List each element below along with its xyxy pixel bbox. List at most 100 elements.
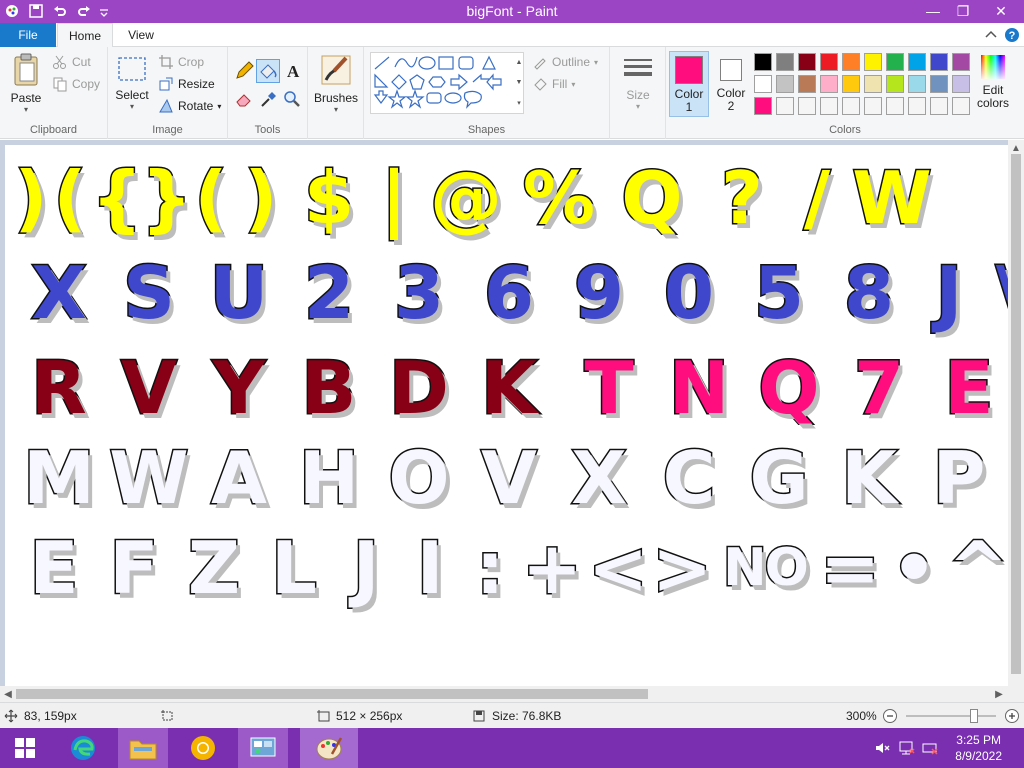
tab-file[interactable]: File: [0, 23, 56, 47]
paste-button[interactable]: Paste ▾: [6, 52, 46, 114]
palette-swatch[interactable]: [754, 53, 772, 71]
fill-button[interactable]: Fill ▾: [532, 76, 575, 92]
palette-swatch[interactable]: [908, 75, 926, 93]
palette-swatch[interactable]: [776, 53, 794, 71]
font-glyph: (: [193, 156, 229, 240]
palette-swatch[interactable]: [886, 75, 904, 93]
palette-swatch[interactable]: [952, 53, 970, 71]
font-glyph: NO: [722, 538, 811, 598]
zoom-in-button[interactable]: [1004, 708, 1020, 724]
pencil-icon[interactable]: [234, 61, 254, 81]
font-glyph: 7: [852, 346, 905, 430]
cursor-position: 83, 159px: [4, 709, 77, 723]
palette-swatch[interactable]: [820, 97, 838, 115]
font-glyph: T: [583, 346, 635, 430]
magnifier-icon[interactable]: [282, 89, 302, 109]
resize-button[interactable]: Resize: [158, 76, 215, 92]
font-glyph: Z: [186, 526, 241, 610]
palette-swatch[interactable]: [952, 75, 970, 93]
palette-swatch[interactable]: [754, 75, 772, 93]
crop-button[interactable]: Crop: [158, 54, 204, 70]
palette-swatch[interactable]: [754, 97, 772, 115]
brushes-button[interactable]: Brushes ▾: [312, 52, 360, 114]
vertical-scrollbar[interactable]: ▲: [1008, 140, 1024, 686]
scroll-up-arrow[interactable]: ▲: [1009, 141, 1023, 155]
font-glyph: 3: [392, 251, 445, 335]
rotate-button[interactable]: Rotate ▾: [158, 98, 221, 114]
palette-swatch[interactable]: [798, 53, 816, 71]
palette-swatch[interactable]: [798, 75, 816, 93]
taskbar-control-panel[interactable]: [238, 728, 288, 768]
font-glyph: {: [90, 156, 144, 240]
horizontal-scroll-thumb[interactable]: [16, 689, 648, 699]
close-button[interactable]: ✕: [978, 0, 1024, 22]
control-panel-icon: [250, 737, 276, 757]
volume-muted-icon[interactable]: [874, 740, 890, 756]
taskbar-chrome[interactable]: [178, 728, 228, 768]
text-tool-icon[interactable]: A: [284, 61, 304, 81]
palette-swatch[interactable]: [908, 97, 926, 115]
system-clock[interactable]: 3:25 PM 8/9/2022: [955, 732, 1002, 764]
drawing-canvas[interactable]: )({}()$|@%Q?/WXSU2369058J\RVYBDKTNQ7EMWA…: [5, 145, 1008, 686]
palette-swatch[interactable]: [908, 53, 926, 71]
shapes-gallery-scroll[interactable]: ▲ ▼ ▾: [514, 52, 524, 114]
palette-swatch[interactable]: [864, 75, 882, 93]
palette-swatch[interactable]: [952, 97, 970, 115]
color-picker-icon[interactable]: [259, 89, 279, 109]
select-button[interactable]: Select ▾: [112, 55, 152, 111]
palette-swatch[interactable]: [886, 53, 904, 71]
horizontal-scrollbar[interactable]: ◀ ▶: [0, 686, 1024, 702]
scroll-right-arrow[interactable]: ▶: [992, 687, 1006, 701]
vertical-scroll-thumb[interactable]: [1011, 154, 1021, 674]
eraser-icon[interactable]: [234, 89, 254, 109]
collapse-ribbon-icon[interactable]: [984, 28, 998, 42]
palette-swatch[interactable]: [820, 75, 838, 93]
taskbar-paint[interactable]: [300, 728, 358, 768]
tab-home[interactable]: Home: [57, 23, 113, 48]
color2-button[interactable]: Color 2: [712, 51, 750, 117]
palette-swatch[interactable]: [842, 53, 860, 71]
scroll-left-arrow[interactable]: ◀: [1, 687, 15, 701]
palette-swatch[interactable]: [776, 75, 794, 93]
palette-swatch[interactable]: [930, 53, 948, 71]
cut-button[interactable]: Cut: [52, 54, 91, 70]
copy-button[interactable]: Copy: [52, 76, 100, 92]
glyph-row: MWAHOVXCGKPR: [13, 433, 1008, 523]
selection-size-icon: [161, 710, 173, 721]
help-button[interactable]: ?: [1002, 25, 1024, 45]
network-icon[interactable]: [898, 740, 916, 756]
edit-colors-button[interactable]: Edit colors: [972, 53, 1014, 110]
paint-palette-icon: [316, 737, 343, 760]
font-glyph: E: [28, 526, 80, 610]
taskbar-file-explorer[interactable]: [118, 728, 168, 768]
fill-tool-button[interactable]: [256, 59, 280, 83]
taskbar-edge[interactable]: [58, 728, 108, 768]
restore-button[interactable]: ❐: [948, 0, 978, 22]
palette-swatch[interactable]: [930, 97, 948, 115]
palette-swatch[interactable]: [864, 97, 882, 115]
color1-button[interactable]: Color 1: [669, 51, 709, 117]
palette-swatch[interactable]: [886, 97, 904, 115]
palette-swatch[interactable]: [842, 97, 860, 115]
palette-swatch[interactable]: [776, 97, 794, 115]
selection-size: [160, 709, 174, 723]
palette-swatch[interactable]: [930, 75, 948, 93]
outline-button[interactable]: Outline ▾: [532, 54, 598, 70]
start-button[interactable]: [0, 728, 50, 768]
crop-icon: [159, 55, 173, 69]
font-glyph: :: [474, 526, 506, 610]
battery-icon[interactable]: [922, 740, 940, 756]
zoom-slider-thumb[interactable]: [969, 709, 978, 723]
palette-swatch[interactable]: [820, 53, 838, 71]
shapes-gallery[interactable]: [370, 52, 524, 114]
font-glyph: 6: [482, 251, 535, 335]
tab-view[interactable]: View: [114, 23, 168, 47]
palette-swatch[interactable]: [842, 75, 860, 93]
shapes-gallery-icons: [373, 55, 502, 109]
minimize-button[interactable]: —: [918, 0, 948, 22]
palette-swatch[interactable]: [798, 97, 816, 115]
zoom-slider-track[interactable]: [906, 715, 996, 717]
size-button[interactable]: Size ▾: [616, 55, 660, 111]
zoom-out-button[interactable]: [882, 708, 898, 724]
palette-swatch[interactable]: [864, 53, 882, 71]
